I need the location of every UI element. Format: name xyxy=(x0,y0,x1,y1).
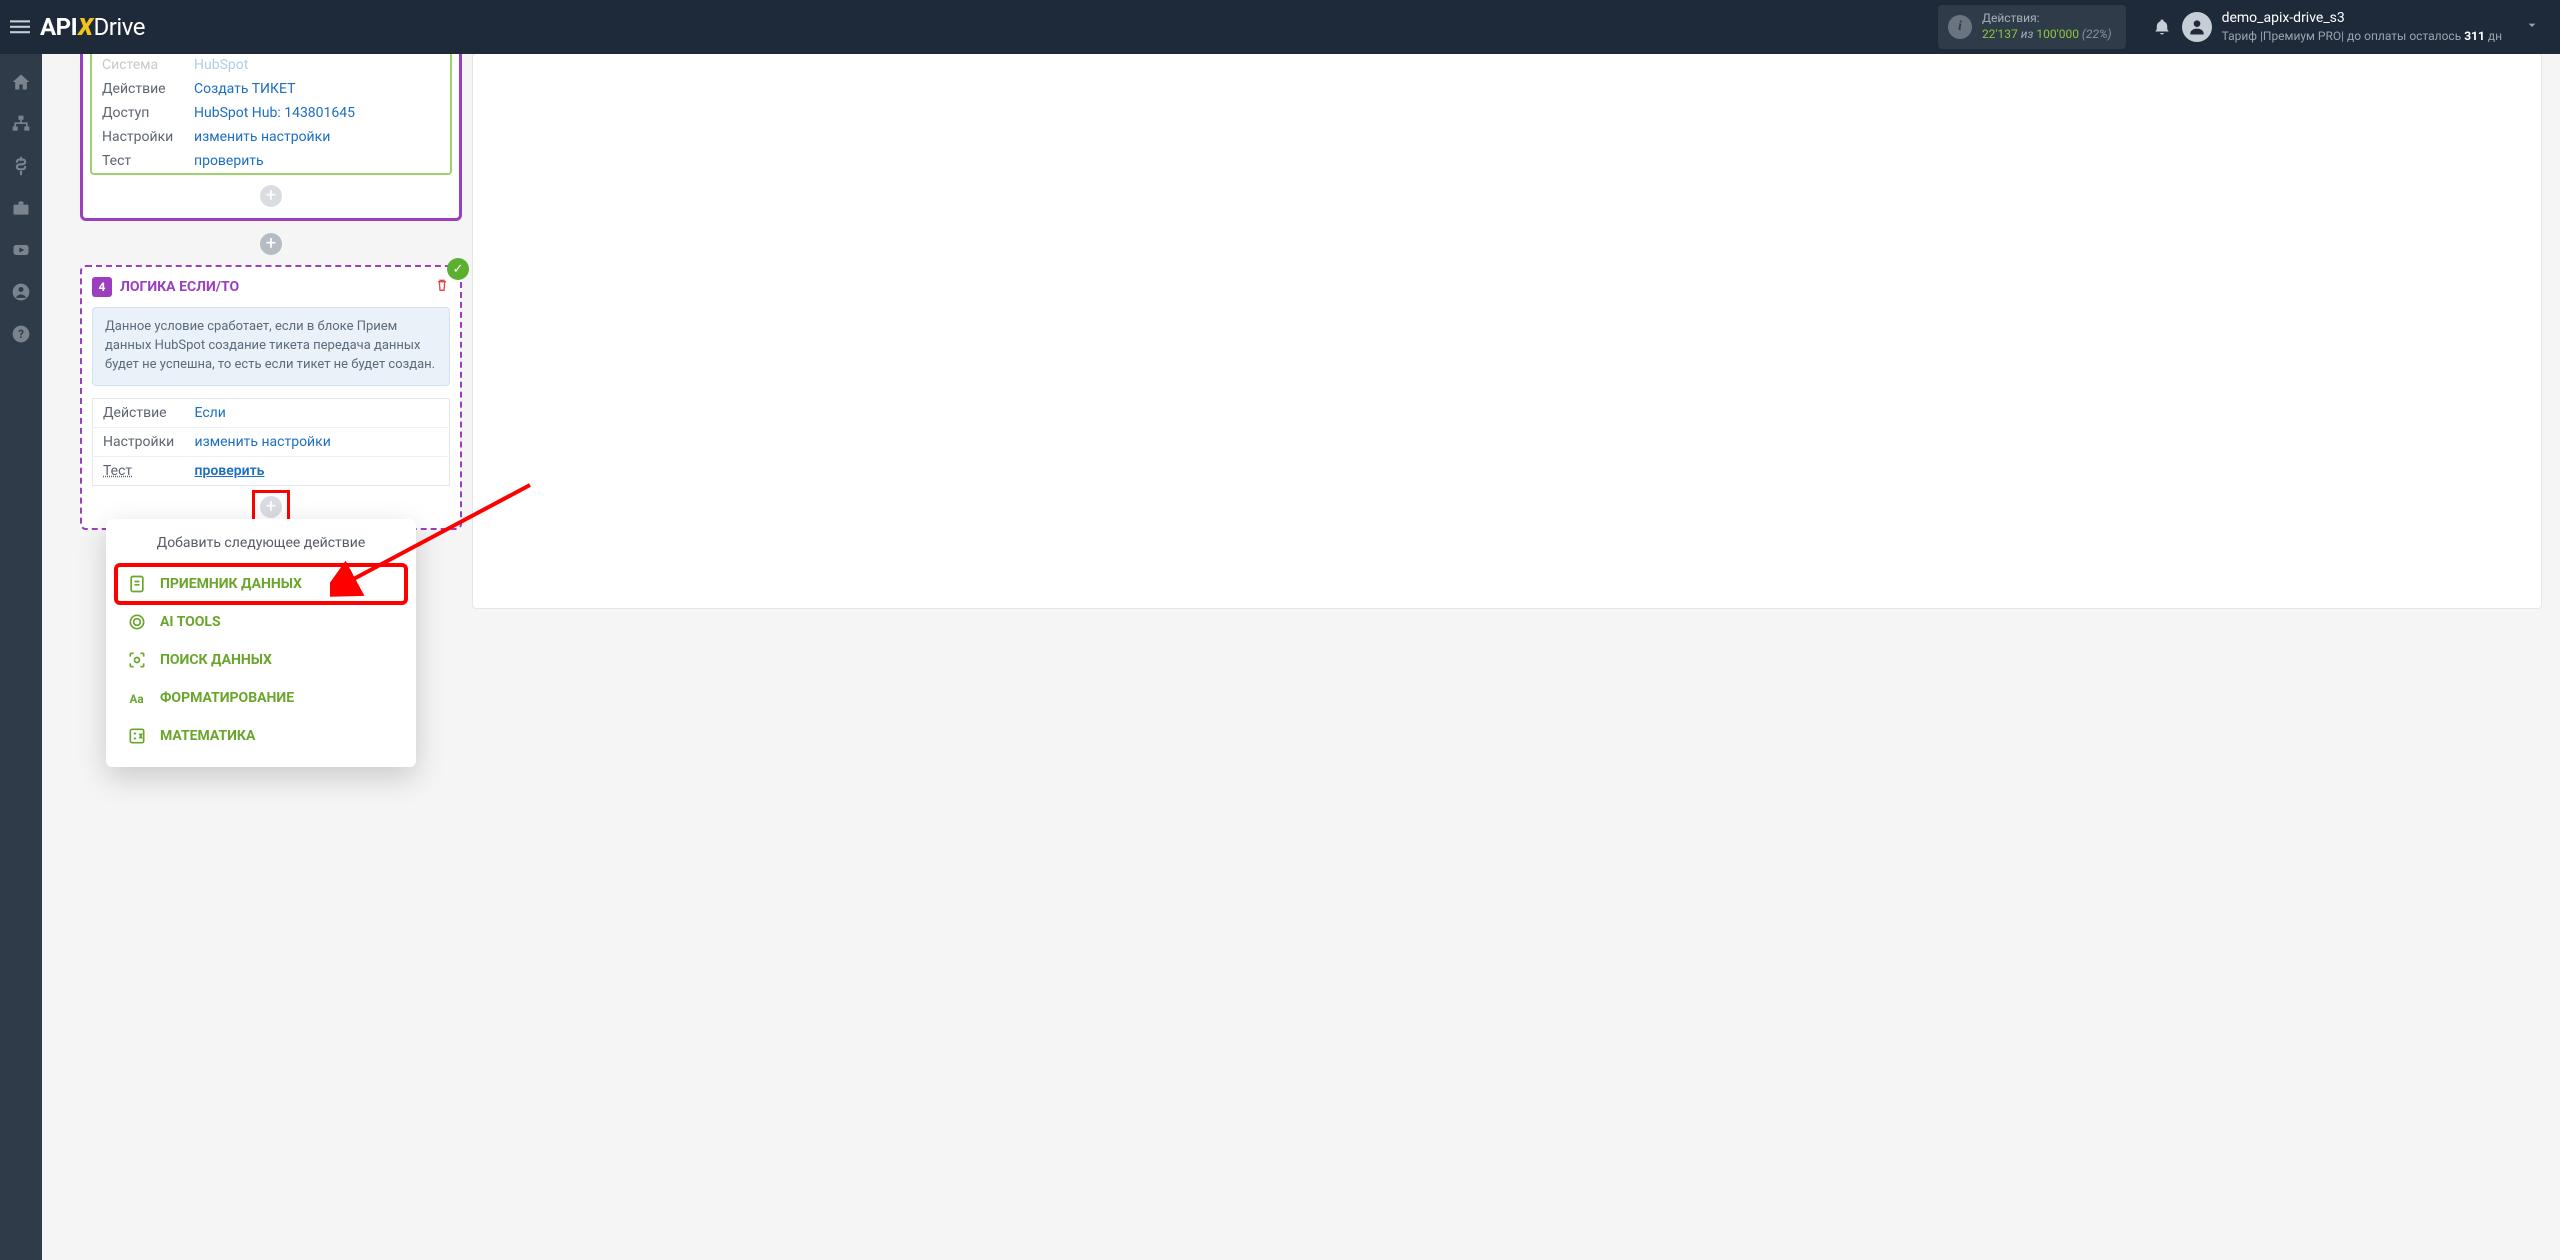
step-logic-card: ✓ 4 ЛОГИКА ЕСЛИ/ТО Данное условие сработ… xyxy=(80,265,462,530)
logo-part-api: API xyxy=(40,13,77,41)
actions-used: 22'137 xyxy=(1982,27,2018,41)
key-action: Действие xyxy=(92,77,184,101)
document-plus-icon xyxy=(126,573,148,595)
popup-item-math[interactable]: МАТЕМАТИКА xyxy=(116,717,406,755)
sidebar-home[interactable] xyxy=(0,62,42,102)
sidebar-billing[interactable] xyxy=(0,146,42,186)
val-settings[interactable]: изменить настройки xyxy=(194,129,330,145)
val-access[interactable]: HubSpot Hub: 143801645 xyxy=(194,105,355,121)
user-plan: Тариф |Премиум PRO| до оплаты осталось 3… xyxy=(2222,28,2502,44)
actions-counter[interactable]: i Действия: 22'137 из 100'000 (22%) xyxy=(1938,5,2126,48)
svg-text:Aa: Aa xyxy=(130,692,144,706)
step-logic-title: ЛОГИКА ЕСЛИ/ТО xyxy=(120,279,426,295)
logic-params-table: Действие Если Настройки изменить настройки… xyxy=(92,398,450,486)
logic-key-action: Действие xyxy=(93,398,185,427)
sidebar-connections[interactable] xyxy=(0,104,42,144)
avatar-icon xyxy=(2182,12,2212,42)
key-settings: Настройки xyxy=(92,125,184,149)
svg-text:?: ? xyxy=(18,327,24,341)
delete-step-button[interactable] xyxy=(434,277,450,297)
logic-val-action[interactable]: Если xyxy=(195,405,226,421)
popup-title: Добавить следующее действие xyxy=(116,535,406,551)
add-step-between-button[interactable]: + xyxy=(260,233,282,255)
add-action-popup: Добавить следующее действие ПРИЕМНИК ДАН… xyxy=(106,519,416,767)
logo[interactable]: APIXDrive xyxy=(40,13,145,41)
search-data-icon xyxy=(126,649,148,671)
logic-key-settings: Настройки xyxy=(93,427,185,456)
add-step-inner-button[interactable]: + xyxy=(260,185,282,207)
info-icon: i xyxy=(1948,15,1972,39)
step-params-table: Система HubSpot Действие Создать ТИКЕТ Дос… xyxy=(92,53,450,173)
check-icon: ✓ xyxy=(447,258,469,280)
main-area: Система HubSpot Действие Создать ТИКЕТ Дос… xyxy=(42,54,2560,1260)
val-action[interactable]: Создать ТИКЕТ xyxy=(194,81,295,97)
popup-label: ПРИЕМНИК ДАННЫХ xyxy=(160,576,302,592)
step-logic-description: Данное условие сработает, если в блоке П… xyxy=(92,307,450,386)
key-system: Система xyxy=(92,53,184,77)
popup-label: МАТЕМАТИКА xyxy=(160,728,255,744)
text-format-icon: Aa xyxy=(126,687,148,709)
popup-item-ai[interactable]: AI TOOLS xyxy=(116,603,406,641)
logo-part-x: X xyxy=(78,13,92,41)
detail-panel xyxy=(472,53,2542,609)
sidebar-video[interactable] xyxy=(0,230,42,270)
logic-val-test[interactable]: проверить xyxy=(195,463,265,479)
step-inner-box: Система HubSpot Действие Создать ТИКЕТ Дос… xyxy=(90,51,452,175)
val-system[interactable]: HubSpot xyxy=(194,57,248,73)
popup-item-search[interactable]: ПОИСК ДАННЫХ xyxy=(116,641,406,679)
menu-button[interactable] xyxy=(0,0,40,54)
user-name: demo_apix-drive_s3 xyxy=(2222,9,2502,28)
popup-item-format[interactable]: Aa ФОРМАТИРОВАНИЕ xyxy=(116,679,406,717)
key-access: Доступ xyxy=(92,101,184,125)
step-number-badge: 4 xyxy=(92,277,112,297)
notifications-button[interactable] xyxy=(2142,18,2182,36)
annotation-highlight-add xyxy=(252,490,290,522)
app-header: APIXDrive i Действия: 22'137 из 100'000 … xyxy=(0,0,2560,54)
actions-label: Действия: xyxy=(1982,11,2112,27)
chevron-down-icon xyxy=(2524,17,2540,37)
sidebar-help[interactable]: ? xyxy=(0,314,42,354)
sidebar-briefcase[interactable] xyxy=(0,188,42,228)
sidebar: ? xyxy=(0,54,42,1260)
popup-item-receiver[interactable]: ПРИЕМНИК ДАННЫХ xyxy=(116,565,406,603)
logic-key-test: Тест xyxy=(93,456,185,485)
popup-label: ФОРМАТИРОВАНИЕ xyxy=(160,690,294,706)
logo-part-drive: Drive xyxy=(94,13,145,41)
sidebar-account[interactable] xyxy=(0,272,42,312)
actions-total: 100'000 xyxy=(2036,27,2079,41)
key-test: Тест xyxy=(92,149,184,173)
brain-icon xyxy=(126,611,148,633)
popup-label: ПОИСК ДАННЫХ xyxy=(160,652,272,668)
actions-pct: (22%) xyxy=(2082,27,2112,41)
math-icon xyxy=(126,725,148,747)
val-test[interactable]: проверить xyxy=(194,153,264,169)
popup-label: AI TOOLS xyxy=(160,614,221,630)
user-menu[interactable]: demo_apix-drive_s3 Тариф |Премиум PRO| д… xyxy=(2182,9,2560,44)
detail-column xyxy=(462,54,2560,1260)
step-card-hubspot: Система HubSpot Действие Создать ТИКЕТ Дос… xyxy=(80,48,462,221)
logic-val-settings[interactable]: изменить настройки xyxy=(195,434,331,450)
actions-iz: из xyxy=(2021,27,2034,41)
